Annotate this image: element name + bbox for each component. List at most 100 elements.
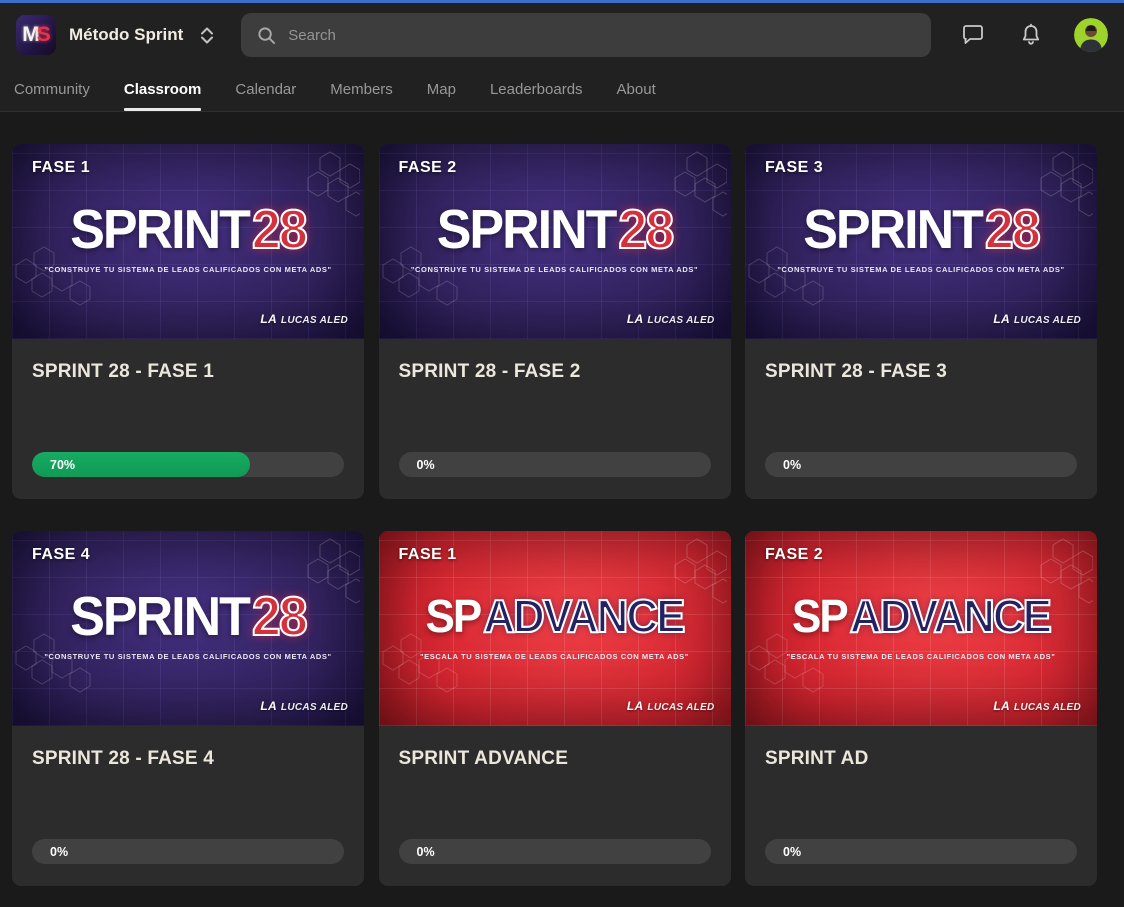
cover-tagline: "CONSTRUYE TU SISTEMA DE LEADS CALIFICAD… bbox=[777, 264, 1065, 274]
creator-logo-mark: LA bbox=[626, 312, 644, 326]
tab-calendar[interactable]: Calendar bbox=[235, 67, 296, 111]
course-card[interactable]: FASE 2 SPADVANCE "ESCALA TU SISTEMA DE L… bbox=[745, 531, 1097, 886]
community-switcher-button[interactable] bbox=[197, 23, 217, 48]
user-avatar[interactable] bbox=[1074, 18, 1108, 52]
card-body: SPRINT 28 - FASE 3 0% bbox=[745, 339, 1097, 499]
creator-logo-name: LUCAS ALED bbox=[1013, 315, 1081, 326]
progress-label: 0% bbox=[416, 844, 435, 859]
cover-brand-title: SPADVANCE bbox=[379, 590, 731, 643]
cover-phase-badge: FASE 1 bbox=[32, 159, 91, 176]
tab-about[interactable]: About bbox=[617, 67, 656, 111]
progress-label: 70% bbox=[50, 457, 76, 472]
progress-bar: 0% bbox=[398, 452, 711, 477]
card-title: SPRINT 28 - FASE 3 bbox=[765, 361, 948, 382]
search-bar[interactable] bbox=[241, 13, 932, 57]
community-logo[interactable]: MS bbox=[16, 15, 56, 55]
creator-logo-mark: LA bbox=[993, 312, 1010, 326]
tab-leaderboards[interactable]: Leaderboards bbox=[490, 67, 583, 111]
course-card[interactable]: FASE 1 SPRINT28 "CONSTRUYE TU SISTEMA DE… bbox=[12, 144, 364, 499]
card-cover: FASE 1 SPRINT28 "CONSTRUYE TU SISTEMA DE… bbox=[12, 144, 364, 339]
card-title: SPRINT 28 - FASE 1 bbox=[32, 361, 215, 382]
cover-tagline: "CONSTRUYE TU SISTEMA DE LEADS CALIFICAD… bbox=[44, 651, 332, 661]
nav-tab-label: Classroom bbox=[123, 80, 202, 98]
community-name[interactable]: Método Sprint bbox=[69, 25, 183, 45]
cover-brand-primary: SP bbox=[791, 590, 849, 643]
search-icon bbox=[258, 26, 276, 44]
tab-members[interactable]: Members bbox=[330, 67, 393, 111]
cover-brand-accent: 28 bbox=[984, 199, 1042, 261]
chevron-down-icon bbox=[201, 36, 214, 43]
card-body: SPRINT 28 - FASE 1 70% bbox=[12, 339, 364, 499]
creator-logo-mark: LA bbox=[260, 312, 277, 326]
header: MS Método Sprint bbox=[0, 3, 1124, 67]
cover-brand-accent: 28 bbox=[251, 586, 309, 648]
card-title: SPRINT 28 - FASE 4 bbox=[32, 748, 215, 769]
creator-logo: LA LUCAS ALED bbox=[260, 699, 348, 713]
bell-icon bbox=[1022, 23, 1040, 45]
course-card[interactable]: FASE 2 SPRINT28 "CONSTRUYE TU SISTEMA DE… bbox=[378, 144, 731, 499]
card-title: SPRINT 28 - FASE 2 bbox=[398, 361, 581, 382]
tab-community[interactable]: Community bbox=[14, 67, 90, 111]
creator-logo: LA LUCAS ALED bbox=[993, 312, 1081, 326]
chat-button[interactable] bbox=[958, 20, 988, 50]
cover-phase-badge: FASE 4 bbox=[32, 546, 91, 563]
cover-brand-primary: SPRINT bbox=[803, 199, 984, 261]
nav-tab-label: Calendar bbox=[235, 80, 297, 98]
cover-brand-primary: SPRINT bbox=[70, 199, 251, 261]
card-body: SPRINT 28 - FASE 2 0% bbox=[379, 339, 731, 499]
nav-tabs: Community Classroom Calendar Members Map… bbox=[0, 67, 1124, 112]
search-input[interactable] bbox=[288, 26, 916, 44]
course-card[interactable]: FASE 4 SPRINT28 "CONSTRUYE TU SISTEMA DE… bbox=[12, 531, 364, 886]
cover-brand-title: SPADVANCE bbox=[745, 590, 1097, 643]
creator-logo-name: LUCAS ALED bbox=[647, 702, 715, 713]
cover-brand-title: SPRINT28 bbox=[12, 199, 364, 261]
card-cover: FASE 1 SPADVANCE "ESCALA TU SISTEMA DE L… bbox=[378, 531, 731, 726]
progress-bar: 0% bbox=[32, 839, 344, 864]
nav-tab-label: Leaderboards bbox=[489, 80, 583, 98]
chat-bubble-icon bbox=[963, 25, 983, 44]
progress-bar: 0% bbox=[765, 839, 1077, 864]
cover-brand-accent: 28 bbox=[617, 199, 675, 261]
nav-tab-label: About bbox=[616, 80, 656, 98]
tab-classroom[interactable]: Classroom bbox=[123, 67, 202, 111]
cover-phase-badge: FASE 1 bbox=[398, 546, 457, 563]
chevron-up-icon bbox=[201, 27, 214, 34]
card-cover: FASE 2 SPADVANCE "ESCALA TU SISTEMA DE L… bbox=[745, 531, 1097, 726]
progress-bar: 0% bbox=[398, 839, 711, 864]
cover-brand-title: SPRINT28 bbox=[12, 586, 364, 648]
cover-brand-accent: ADVANCE bbox=[482, 590, 686, 643]
avatar-photo bbox=[1074, 18, 1108, 52]
creator-logo-mark: LA bbox=[260, 699, 277, 713]
course-card[interactable]: FASE 1 SPADVANCE "ESCALA TU SISTEMA DE L… bbox=[378, 531, 731, 886]
card-body: SPRINT 28 - FASE 4 0% bbox=[12, 726, 364, 886]
cover-brand-title: SPRINT28 bbox=[379, 199, 731, 261]
notifications-button[interactable] bbox=[1016, 20, 1046, 50]
cover-brand-primary: SPRINT bbox=[70, 586, 251, 648]
creator-logo-mark: LA bbox=[993, 699, 1010, 713]
classroom-page: FASE 1 SPRINT28 "CONSTRUYE TU SISTEMA DE… bbox=[0, 112, 1124, 906]
cover-phase-badge: FASE 2 bbox=[765, 546, 824, 563]
card-cover: FASE 4 SPRINT28 "CONSTRUYE TU SISTEMA DE… bbox=[12, 531, 364, 726]
nav-tab-label: Community bbox=[14, 80, 90, 98]
header-actions bbox=[958, 18, 1108, 52]
cover-brand-accent: 28 bbox=[251, 199, 309, 261]
progress-label: 0% bbox=[416, 457, 435, 472]
cover-tagline: "ESCALA TU SISTEMA DE LEADS CALIFICADOS … bbox=[420, 651, 689, 661]
cover-tagline: "CONSTRUYE TU SISTEMA DE LEADS CALIFICAD… bbox=[410, 264, 699, 274]
nav-tab-label: Map bbox=[426, 80, 456, 98]
course-card[interactable]: FASE 3 SPRINT28 "CONSTRUYE TU SISTEMA DE… bbox=[745, 144, 1097, 499]
creator-logo-name: LUCAS ALED bbox=[647, 315, 715, 326]
cover-phase-badge: FASE 2 bbox=[398, 159, 457, 176]
creator-logo-name: LUCAS ALED bbox=[280, 702, 348, 713]
creator-logo: LA LUCAS ALED bbox=[627, 312, 715, 326]
creator-logo: LA LUCAS ALED bbox=[260, 312, 348, 326]
progress-bar: 70% bbox=[32, 452, 344, 477]
progress-label: 0% bbox=[783, 844, 802, 859]
cover-brand-title: SPRINT28 bbox=[745, 199, 1097, 261]
nav-tab-label: Members bbox=[330, 80, 393, 98]
creator-logo: LA LUCAS ALED bbox=[627, 699, 715, 713]
cover-tagline: "ESCALA TU SISTEMA DE LEADS CALIFICADOS … bbox=[786, 651, 1056, 661]
card-body: SPRINT ADVANCE 0% bbox=[379, 726, 731, 886]
tab-map[interactable]: Map bbox=[427, 67, 456, 111]
creator-logo-name: LUCAS ALED bbox=[1013, 702, 1081, 713]
